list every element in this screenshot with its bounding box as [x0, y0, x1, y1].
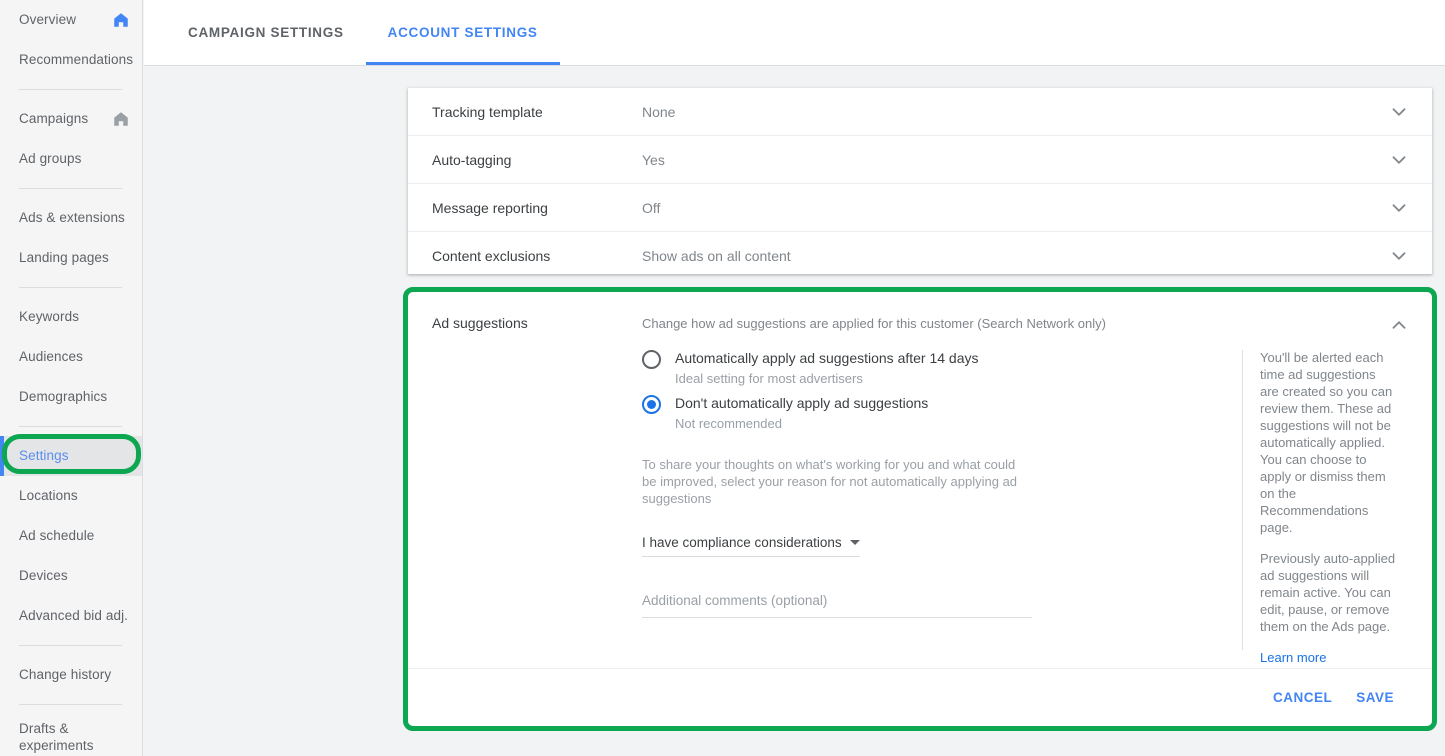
app-root: Overview Recommendations Campaigns Ad group… [0, 0, 1445, 756]
chevron-up-icon[interactable] [1388, 314, 1410, 336]
home-icon [112, 11, 130, 29]
option-sublabel: Ideal setting for most advertisers [675, 371, 863, 386]
main-content: Tracking template None Auto-tagging Yes Mess… [144, 67, 1445, 756]
sidebar-item-ad-groups[interactable]: Ad groups [0, 139, 142, 179]
chevron-down-icon[interactable] [1388, 245, 1410, 267]
option-sublabel: Not recommended [675, 416, 782, 431]
sidebar-item-change-history[interactable]: Change history [0, 655, 142, 695]
settings-row-label: Message reporting [432, 199, 548, 216]
option-label: Don't automatically apply ad suggestions [675, 395, 929, 411]
ad-suggestions-card: Ad suggestions Change how ad suggestions… [408, 292, 1432, 726]
sidebar-item-landing-pages[interactable]: Landing pages [0, 238, 142, 278]
account-settings-card: Tracking template None Auto-tagging Yes Mess… [408, 88, 1432, 274]
chevron-down-icon[interactable] [1388, 101, 1410, 123]
radio-button[interactable] [642, 350, 661, 369]
ad-suggestions-header: Ad suggestions Change how ad suggestions… [408, 292, 1432, 336]
ad-suggestions-info-column: You'll be alerted each time ad suggestio… [1243, 336, 1432, 667]
option-label: Automatically apply ad suggestions after… [675, 350, 979, 366]
settings-row-value: Show ads on all content [642, 248, 791, 264]
sidebar-item-label: Overview [19, 12, 77, 27]
sidebar-separator [19, 287, 122, 288]
save-button[interactable]: SAVE [1344, 682, 1406, 713]
sidebar-item-keywords[interactable]: Keywords [0, 297, 142, 337]
ad-suggestions-description: Change how ad suggestions are applied fo… [642, 316, 1106, 331]
radio-button[interactable] [642, 395, 661, 414]
sidebar-item-drafts-experiments[interactable]: Drafts & experiments [0, 714, 142, 756]
settings-row[interactable]: Content exclusions Show ads on all conten… [408, 232, 1432, 280]
reason-select-value: I have compliance considerations [642, 535, 842, 550]
sidebar-item-label: Devices [19, 568, 68, 583]
sidebar-item-label: Campaigns [19, 111, 89, 126]
sidebar-item-label: Change history [19, 667, 112, 682]
settings-row-label: Auto-tagging [432, 151, 512, 168]
settings-row-label: Content exclusions [432, 248, 551, 264]
ad-suggestion-option[interactable]: Automatically apply ad suggestions after… [642, 348, 1242, 389]
chevron-down-icon[interactable] [1388, 149, 1410, 171]
reason-select[interactable]: I have compliance considerations [642, 535, 860, 557]
sidebar-item-label: Demographics [19, 389, 108, 404]
tab-bar: CAMPAIGN SETTINGS ACCOUNT SETTINGS [144, 0, 1445, 66]
settings-row-label: Tracking template [432, 103, 543, 120]
chevron-down-icon[interactable] [1388, 197, 1410, 219]
settings-row[interactable]: Auto-tagging Yes [408, 136, 1432, 184]
settings-row[interactable]: Message reporting Off [408, 184, 1432, 232]
sidebar-item-label: Recommendations [19, 52, 134, 67]
settings-row-value: Off [642, 199, 661, 216]
sidebar-item-label: Audiences [19, 349, 83, 364]
sidebar-item-campaigns[interactable]: Campaigns [0, 99, 142, 139]
sidebar-item-locations[interactable]: Locations [0, 476, 142, 516]
ad-suggestions-body: Automatically apply ad suggestions after… [408, 336, 1432, 667]
sidebar-separator [19, 645, 122, 646]
tab-account-settings[interactable]: ACCOUNT SETTINGS [365, 0, 560, 65]
sidebar-item-devices[interactable]: Devices [0, 556, 142, 596]
ad-suggestions-actions: CANCEL SAVE [408, 668, 1432, 726]
sidebar-separator [19, 188, 122, 189]
option-texts: Automatically apply ad suggestions after… [675, 348, 979, 389]
cancel-button[interactable]: CANCEL [1261, 682, 1344, 713]
learn-more-link[interactable]: Learn more [1260, 650, 1326, 665]
sidebar-item-ad-schedule[interactable]: Ad schedule [0, 516, 142, 556]
sidebar-item-label: Advanced bid adj. [19, 608, 129, 623]
option-texts: Don't automatically apply ad suggestions… [675, 393, 928, 434]
info-paragraph-1: You'll be alerted each time ad suggestio… [1260, 350, 1393, 535]
sidebar-nav-list: Overview Recommendations Campaigns Ad group… [0, 0, 142, 756]
sidebar-item-label: Landing pages [19, 250, 109, 265]
sidebar-separator [19, 426, 122, 427]
sidebar-item-demographics[interactable]: Demographics [0, 377, 142, 417]
sidebar-item-label: Drafts & experiments [19, 721, 94, 753]
sidebar-item-settings[interactable]: Settings [0, 436, 142, 476]
home-icon [112, 110, 130, 128]
additional-comments-input[interactable]: Additional comments (optional) [642, 592, 1032, 618]
sidebar-item-label: Keywords [19, 309, 80, 324]
sidebar-item-audiences[interactable]: Audiences [0, 337, 142, 377]
sidebar-item-ads-extensions[interactable]: Ads & extensions [0, 198, 142, 238]
feedback-prompt-text: To share your thoughts on what's working… [642, 457, 1018, 506]
sidebar-item-advanced-bid-adj[interactable]: Advanced bid adj. [0, 596, 142, 636]
ad-suggestions-radio-group: Automatically apply ad suggestions after… [642, 348, 1242, 434]
sidebar-separator [19, 704, 122, 705]
ad-suggestion-option[interactable]: Don't automatically apply ad suggestions… [642, 393, 1242, 434]
settings-row[interactable]: Tracking template None [408, 88, 1432, 136]
sidebar-item-label: Ads & extensions [19, 210, 125, 225]
sidebar-item-overview[interactable]: Overview [0, 0, 142, 40]
caret-down-icon [850, 540, 860, 545]
tab-campaign-settings[interactable]: CAMPAIGN SETTINGS [166, 0, 366, 65]
sidebar-separator [19, 89, 122, 90]
sidebar-item-recommendations[interactable]: Recommendations [0, 40, 142, 80]
ad-suggestions-title: Ad suggestions [432, 315, 528, 331]
tabs-container: CAMPAIGN SETTINGS ACCOUNT SETTINGS [144, 0, 1445, 65]
additional-comments-placeholder: Additional comments (optional) [642, 593, 828, 608]
sidebar: Overview Recommendations Campaigns Ad group… [0, 0, 143, 756]
sidebar-item-label: Ad groups [19, 151, 82, 166]
info-paragraph-2: Previously auto-applied ad suggestions w… [1260, 551, 1396, 634]
settings-row-value: None [642, 103, 676, 120]
ad-suggestions-options-column: Automatically apply ad suggestions after… [432, 336, 1242, 667]
settings-row-value: Yes [642, 151, 665, 168]
sidebar-item-label: Locations [19, 488, 78, 503]
settings-rows: Tracking template None Auto-tagging Yes Mess… [408, 88, 1432, 280]
sidebar-item-label: Ad schedule [19, 528, 95, 543]
sidebar-item-label: Settings [19, 448, 69, 463]
